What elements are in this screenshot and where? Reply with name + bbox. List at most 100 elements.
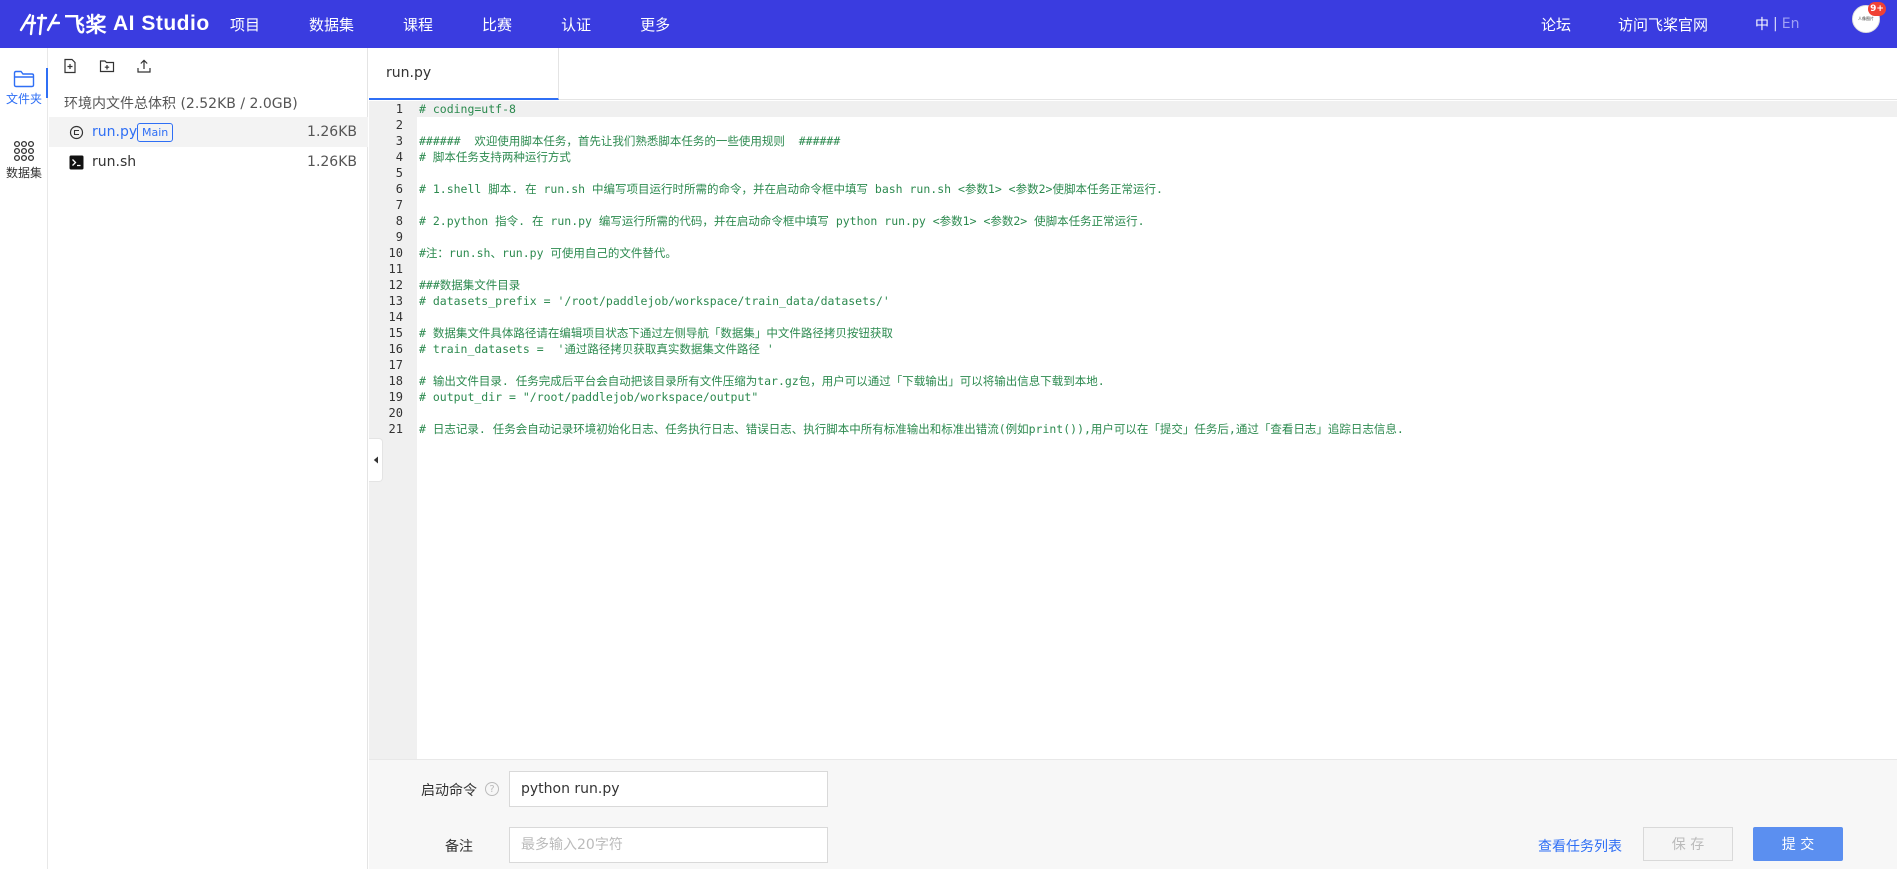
start-command-label: 启动命令 xyxy=(421,783,477,799)
code-line[interactable]: 1 # coding=utf-8 xyxy=(396,101,1897,117)
line-number: 16 xyxy=(388,342,403,356)
save-button[interactable]: 保 存 xyxy=(1643,827,1733,861)
code-line[interactable]: 10 #注：run.sh、run.py 可使用自己的文件替代。 xyxy=(389,245,1897,261)
code-line-text: ###数据集文件目录 xyxy=(419,278,521,292)
language-switch: 中 | En xyxy=(1755,0,1799,48)
code-line[interactable]: 11 xyxy=(389,261,1897,277)
line-number: 15 xyxy=(388,326,403,340)
storage-usage-text: 环境内文件总体积 (2.52KB / 2.0GB) xyxy=(64,96,298,112)
line-number: 11 xyxy=(388,262,403,276)
avatar-text: 人像图片 xyxy=(1858,16,1874,21)
nav-item-competitions[interactable]: 比赛 xyxy=(482,14,512,35)
collapse-panel-button[interactable] xyxy=(369,438,383,482)
upload-icon[interactable] xyxy=(136,58,152,74)
line-number: 18 xyxy=(388,374,403,388)
line-number: 13 xyxy=(388,294,403,308)
code-line[interactable]: 7 xyxy=(396,197,1897,213)
note-input[interactable] xyxy=(509,827,828,863)
rail-item-folder[interactable]: 文件夹 xyxy=(0,70,48,107)
line-number: 7 xyxy=(395,198,403,212)
code-line[interactable]: 13 # datasets_prefix = '/root/paddlejob/w… xyxy=(389,293,1897,309)
rail-dataset-label: 数据集 xyxy=(5,166,42,180)
code-line-text: # 日志记录. 任务会自动记录环境初始化日志、任务执行日志、错误日志、执行脚本中… xyxy=(419,422,1404,436)
line-number: 8 xyxy=(395,214,403,228)
rail-folder-label: 文件夹 xyxy=(5,92,42,106)
code-line-text: # train_datasets = '通过路径拷贝获取真实数据集文件路径 ' xyxy=(419,342,774,356)
code-line-text: # datasets_prefix = '/root/paddlejob/wor… xyxy=(419,294,890,308)
line-number: 12 xyxy=(388,278,403,292)
code-line[interactable]: 5 xyxy=(396,165,1897,181)
nav-official-site[interactable]: 访问飞桨官网 xyxy=(1618,0,1708,48)
new-file-icon[interactable] xyxy=(62,58,78,74)
code-line-text: # coding=utf-8 xyxy=(419,102,516,116)
file-toolbar xyxy=(62,58,173,74)
file-size: 1.26KB xyxy=(307,124,357,140)
code-line[interactable]: 9 xyxy=(396,229,1897,245)
code-line[interactable]: 16 # train_datasets = '通过路径拷贝获取真实数据集文件路径 … xyxy=(389,341,1897,357)
file-item-run-sh[interactable]: run.sh 1.26KB xyxy=(49,147,368,177)
code-line[interactable]: 20 xyxy=(389,405,1897,421)
caret-left-icon xyxy=(373,456,378,464)
nav-item-more[interactable]: 更多 xyxy=(640,14,670,35)
logo-prefix: 飞桨 xyxy=(64,14,107,37)
main-file-tag: Main xyxy=(137,123,174,142)
main-nav: 项目 数据集 课程 比赛 认证 更多 xyxy=(230,0,719,48)
lang-zh[interactable]: 中 xyxy=(1755,14,1769,34)
terminal-file-icon xyxy=(69,155,84,169)
code-line-text: #注：run.sh、run.py 可使用自己的文件替代。 xyxy=(419,246,677,260)
code-line[interactable]: 3 ###### 欢迎使用脚本任务，首先让我们熟悉脚本任务的一些使用规则 ####… xyxy=(396,133,1897,149)
new-folder-icon[interactable] xyxy=(99,58,115,74)
submit-button[interactable]: 提 交 xyxy=(1753,827,1843,861)
line-number: 21 xyxy=(388,422,403,436)
line-number: 1 xyxy=(395,102,403,116)
view-task-list-link[interactable]: 查看任务列表 xyxy=(1538,836,1622,856)
logo[interactable]: 飞桨 AI Studio xyxy=(18,6,210,42)
notification-badge: 9+ xyxy=(1868,2,1886,16)
nav-item-projects[interactable]: 项目 xyxy=(230,14,260,35)
code-line[interactable]: 8 # 2.python 指令. 在 run.py 编写运行所需的代码，并在启动命… xyxy=(396,213,1897,229)
file-item-run-py[interactable]: run.py Main 1.26KB xyxy=(49,117,368,147)
line-number: 20 xyxy=(388,406,403,420)
code-line[interactable]: 12 ###数据集文件目录 xyxy=(389,277,1897,293)
line-number: 9 xyxy=(395,230,403,244)
task-form: 启动命令 ? 备注 查看任务列表 保 存 提 交 xyxy=(369,759,1897,869)
code-line[interactable]: 2 xyxy=(396,117,1897,133)
code-line[interactable]: 18 # 输出文件目录. 任务完成后平台会自动把该目录所有文件压缩为tar.gz包… xyxy=(389,373,1897,389)
note-label: 备注 xyxy=(445,839,473,855)
rail-item-dataset[interactable]: 数据集 xyxy=(0,140,48,181)
tab-run-py[interactable]: run.py xyxy=(369,48,559,100)
line-number: 19 xyxy=(388,390,403,404)
code-line[interactable]: 14 xyxy=(389,309,1897,325)
code-line[interactable]: 17 xyxy=(389,357,1897,373)
code-line-text: ###### 欢迎使用脚本任务，首先让我们熟悉脚本任务的一些使用规则 #####… xyxy=(419,134,841,148)
code-line-text: # 脚本任务支持两种运行方式 xyxy=(419,150,571,164)
help-icon[interactable]: ? xyxy=(485,782,499,796)
nav-item-courses[interactable]: 课程 xyxy=(403,14,433,35)
nav-item-certification[interactable]: 认证 xyxy=(561,14,591,35)
nav-item-datasets[interactable]: 数据集 xyxy=(309,14,354,35)
lang-en[interactable]: En xyxy=(1782,16,1800,32)
code-line-text: # 输出文件目录. 任务完成后平台会自动把该目录所有文件压缩为tar.gz包，用… xyxy=(419,374,1105,388)
paddle-logo-icon xyxy=(19,13,60,36)
line-number: 6 xyxy=(395,182,403,196)
code-line-text: # 2.python 指令. 在 run.py 编写运行所需的代码，并在启动命令… xyxy=(419,214,1145,228)
line-number: 2 xyxy=(395,118,403,132)
editor-tabbar: run.py xyxy=(369,48,1897,100)
code-line[interactable]: 6 # 1.shell 脚本. 在 run.sh 中编写项目运行时所需的命令，并在… xyxy=(396,181,1897,197)
code-content[interactable]: 1 # coding=utf-8 2 3 ###### 欢迎使用脚本任务，首先让我们熟悉… xyxy=(389,101,1897,759)
code-editor: run.py 1 # coding=utf-8 2 3 ###### 欢迎使用脚本任务，… xyxy=(369,48,1897,759)
line-number: 4 xyxy=(395,150,403,164)
code-line[interactable]: 19 # output_dir = "/root/paddlejob/worksp… xyxy=(389,389,1897,405)
line-number: 3 xyxy=(395,134,403,148)
code-line[interactable]: 15 # 数据集文件具体路径请在编辑项目状态下通过左侧导航「数据集」中文件路径拷贝… xyxy=(389,325,1897,341)
nav-forum[interactable]: 论坛 xyxy=(1541,0,1571,48)
line-number: 17 xyxy=(388,358,403,372)
dataset-grid-icon xyxy=(13,140,35,162)
logo-text: AI Studio xyxy=(113,12,210,35)
code-line[interactable]: 4 # 脚本任务支持两种运行方式 xyxy=(396,149,1897,165)
code-line[interactable]: 21 # 日志记录. 任务会自动记录环境初始化日志、任务执行日志、错误日志、执行脚… xyxy=(389,421,1897,437)
lang-separator: | xyxy=(1773,16,1778,32)
start-command-input[interactable] xyxy=(509,771,828,807)
line-number: 10 xyxy=(388,246,403,260)
line-number: 5 xyxy=(395,166,403,180)
